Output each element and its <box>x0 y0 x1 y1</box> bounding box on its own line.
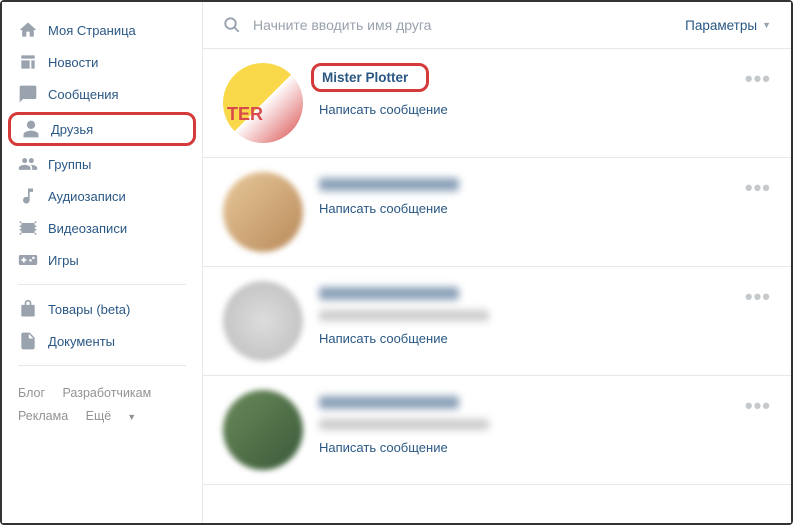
avatar[interactable] <box>223 281 303 361</box>
friend-name-link[interactable] <box>319 396 459 409</box>
nav-messages[interactable]: Сообщения <box>2 78 202 110</box>
nav-label: Товары (beta) <box>48 302 130 317</box>
write-message-link[interactable]: Написать сообщение <box>319 102 745 117</box>
nav-label: Сообщения <box>48 87 119 102</box>
nav-label: Документы <box>48 334 115 349</box>
nav-label: Новости <box>48 55 98 70</box>
friend-row: Написать сообщение ••• <box>203 376 791 485</box>
chevron-down-icon: ▼ <box>762 20 771 30</box>
footer-links: Блог Разработчикам Реклама Ещё▼ <box>2 374 202 435</box>
friend-info: Написать сообщение <box>319 172 745 252</box>
friend-info: Mister Plotter Написать сообщение <box>319 63 745 143</box>
footer-more[interactable]: Ещё▼ <box>86 405 151 428</box>
footer-ads[interactable]: Реклама <box>18 405 68 428</box>
nav-label: Друзья <box>51 122 93 137</box>
messages-icon <box>18 84 38 104</box>
footer-devs[interactable]: Разработчикам <box>63 382 152 405</box>
more-actions-button[interactable]: ••• <box>745 390 771 470</box>
audio-icon <box>18 186 38 206</box>
home-icon <box>18 20 38 40</box>
more-actions-button[interactable]: ••• <box>745 281 771 361</box>
friend-name-link[interactable] <box>319 287 459 300</box>
footer-blog[interactable]: Блог <box>18 382 45 405</box>
write-message-link[interactable]: Написать сообщение <box>319 331 745 346</box>
write-message-link[interactable]: Написать сообщение <box>319 440 745 455</box>
search-input[interactable] <box>253 17 685 33</box>
friend-row: Mister Plotter Написать сообщение ••• <box>203 49 791 158</box>
avatar[interactable] <box>223 63 303 143</box>
nav-label: Видеозаписи <box>48 221 127 236</box>
search-icon <box>223 16 241 34</box>
nav-market[interactable]: Товары (beta) <box>2 293 202 325</box>
nav-my-page[interactable]: Моя Страница <box>2 14 202 46</box>
search-bar: Параметры ▼ <box>203 2 791 49</box>
chevron-down-icon: ▼ <box>127 409 136 425</box>
friend-row: Написать сообщение ••• <box>203 267 791 376</box>
nav-groups[interactable]: Группы <box>2 148 202 180</box>
divider <box>18 284 186 285</box>
params-dropdown[interactable]: Параметры ▼ <box>685 18 771 33</box>
friend-name-link[interactable] <box>319 178 459 191</box>
market-icon <box>18 299 38 319</box>
video-icon <box>18 218 38 238</box>
avatar[interactable] <box>223 172 303 252</box>
nav-news[interactable]: Новости <box>2 46 202 78</box>
friend-subtitle <box>319 310 489 321</box>
nav-video[interactable]: Видеозаписи <box>2 212 202 244</box>
nav-audio[interactable]: Аудиозаписи <box>2 180 202 212</box>
docs-icon <box>18 331 38 351</box>
more-actions-button[interactable]: ••• <box>745 63 771 143</box>
friend-name-link[interactable]: Mister Plotter <box>311 63 429 92</box>
nav-games[interactable]: Игры <box>2 244 202 276</box>
nav-label: Группы <box>48 157 91 172</box>
avatar[interactable] <box>223 390 303 470</box>
groups-icon <box>18 154 38 174</box>
nav-label: Аудиозаписи <box>48 189 126 204</box>
nav-friends[interactable]: Друзья <box>8 112 196 146</box>
friend-subtitle <box>319 419 489 430</box>
write-message-link[interactable]: Написать сообщение <box>319 201 745 216</box>
nav-label: Игры <box>48 253 79 268</box>
main-content: Параметры ▼ Mister Plotter Написать сооб… <box>202 2 791 523</box>
friend-row: Написать сообщение ••• <box>203 158 791 267</box>
friend-info: Написать сообщение <box>319 390 745 470</box>
games-icon <box>18 250 38 270</box>
friends-icon <box>21 119 41 139</box>
news-icon <box>18 52 38 72</box>
friend-info: Написать сообщение <box>319 281 745 361</box>
nav-docs[interactable]: Документы <box>2 325 202 357</box>
more-actions-button[interactable]: ••• <box>745 172 771 252</box>
divider <box>18 365 186 366</box>
sidebar: Моя Страница Новости Сообщения Друзья Гр… <box>2 2 202 523</box>
nav-label: Моя Страница <box>48 23 136 38</box>
